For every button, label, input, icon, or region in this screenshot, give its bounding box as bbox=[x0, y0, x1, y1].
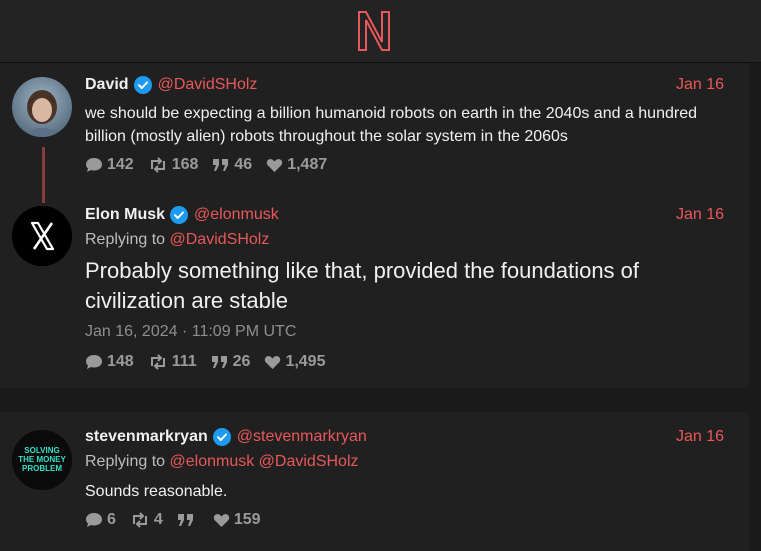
retweet-count[interactable]: 4 bbox=[130, 511, 163, 529]
reply-card: SOLVING THE MONEY PROBLEM stevenmarkryan… bbox=[0, 412, 749, 551]
mention-link[interactable]: @elonmusk bbox=[170, 453, 255, 470]
tweet-header: stevenmarkryan @stevenmarkryan bbox=[85, 426, 367, 448]
tweet-text: Sounds reasonable. bbox=[85, 483, 228, 500]
comment-icon bbox=[86, 158, 102, 172]
avatar-stevenmarkryan[interactable]: SOLVING THE MONEY PROBLEM bbox=[12, 430, 72, 490]
tweet-header: David @DavidSHolz bbox=[85, 74, 257, 96]
like-count[interactable]: 159 bbox=[213, 511, 261, 529]
top-bar bbox=[0, 0, 761, 63]
retweet-count[interactable]: 168 bbox=[148, 156, 198, 174]
tweet-date[interactable]: Jan 16 bbox=[676, 206, 724, 224]
like-count[interactable]: 1,495 bbox=[264, 353, 325, 371]
avatar-david[interactable] bbox=[12, 77, 72, 137]
reply-count[interactable]: 6 bbox=[85, 511, 116, 529]
retweet-icon bbox=[150, 157, 165, 173]
thread-card: David @DavidSHolz Jan 16 we should be ex… bbox=[0, 63, 749, 388]
retweet-icon bbox=[132, 512, 147, 528]
retweet-icon bbox=[150, 354, 165, 370]
comment-icon bbox=[86, 513, 102, 527]
x-logo-icon bbox=[12, 206, 72, 266]
mention-link[interactable]: @DavidSHolz bbox=[259, 453, 359, 470]
tweet-stats: 148 111 26 1,495 bbox=[85, 353, 339, 371]
replying-to: Replying to @DavidSHolz bbox=[85, 231, 270, 248]
reply-count[interactable]: 142 bbox=[85, 156, 134, 174]
reply-count[interactable]: 148 bbox=[85, 353, 134, 371]
thread-connector-line bbox=[42, 147, 45, 203]
tweet-header: Elon Musk @elonmusk bbox=[85, 204, 279, 226]
heart-icon bbox=[265, 355, 281, 369]
avatar-elon[interactable] bbox=[12, 206, 72, 266]
display-name[interactable]: stevenmarkryan bbox=[85, 428, 208, 446]
comment-icon bbox=[86, 355, 102, 369]
nitter-logo[interactable] bbox=[357, 10, 391, 52]
replying-to: Replying to @elonmusk @DavidSHolz bbox=[85, 453, 359, 470]
tweet-date[interactable]: Jan 16 bbox=[676, 76, 724, 94]
like-count[interactable]: 1,487 bbox=[266, 156, 327, 174]
avatar-text-line: PROBLEM bbox=[22, 464, 62, 473]
quote-count[interactable] bbox=[177, 513, 199, 527]
tweet-text: we should be expecting a billion humanoi… bbox=[85, 105, 697, 145]
user-handle[interactable]: @DavidSHolz bbox=[158, 76, 258, 94]
quote-count[interactable]: 46 bbox=[212, 156, 252, 174]
retweet-count[interactable]: 111 bbox=[148, 353, 197, 371]
avatar-text-line: THE MONEY bbox=[18, 455, 66, 464]
display-name[interactable]: David bbox=[85, 76, 129, 94]
tweet-text: Probably something like that, provided t… bbox=[85, 258, 640, 313]
tweet-stats: 6 4 159 bbox=[85, 511, 275, 529]
tweet-stats: 142 168 46 1,487 bbox=[85, 156, 341, 174]
verified-badge-icon bbox=[133, 76, 152, 94]
quote-icon bbox=[213, 159, 229, 171]
display-name[interactable]: Elon Musk bbox=[85, 206, 165, 224]
user-handle[interactable]: @stevenmarkryan bbox=[237, 428, 367, 446]
tweet-timestamp[interactable]: Jan 16, 2024 · 11:09 PM UTC bbox=[85, 323, 296, 341]
heart-icon bbox=[267, 158, 283, 172]
verified-badge-icon bbox=[212, 428, 231, 446]
avatar-text-line: SOLVING bbox=[24, 446, 59, 455]
quote-count[interactable]: 26 bbox=[211, 353, 250, 371]
tweet-date[interactable]: Jan 16 bbox=[676, 428, 724, 446]
user-handle[interactable]: @elonmusk bbox=[194, 206, 279, 224]
mention-link[interactable]: @DavidSHolz bbox=[170, 231, 270, 248]
verified-badge-icon bbox=[170, 206, 189, 224]
heart-icon bbox=[213, 513, 230, 527]
quote-icon bbox=[211, 356, 227, 368]
quote-icon bbox=[177, 514, 193, 526]
